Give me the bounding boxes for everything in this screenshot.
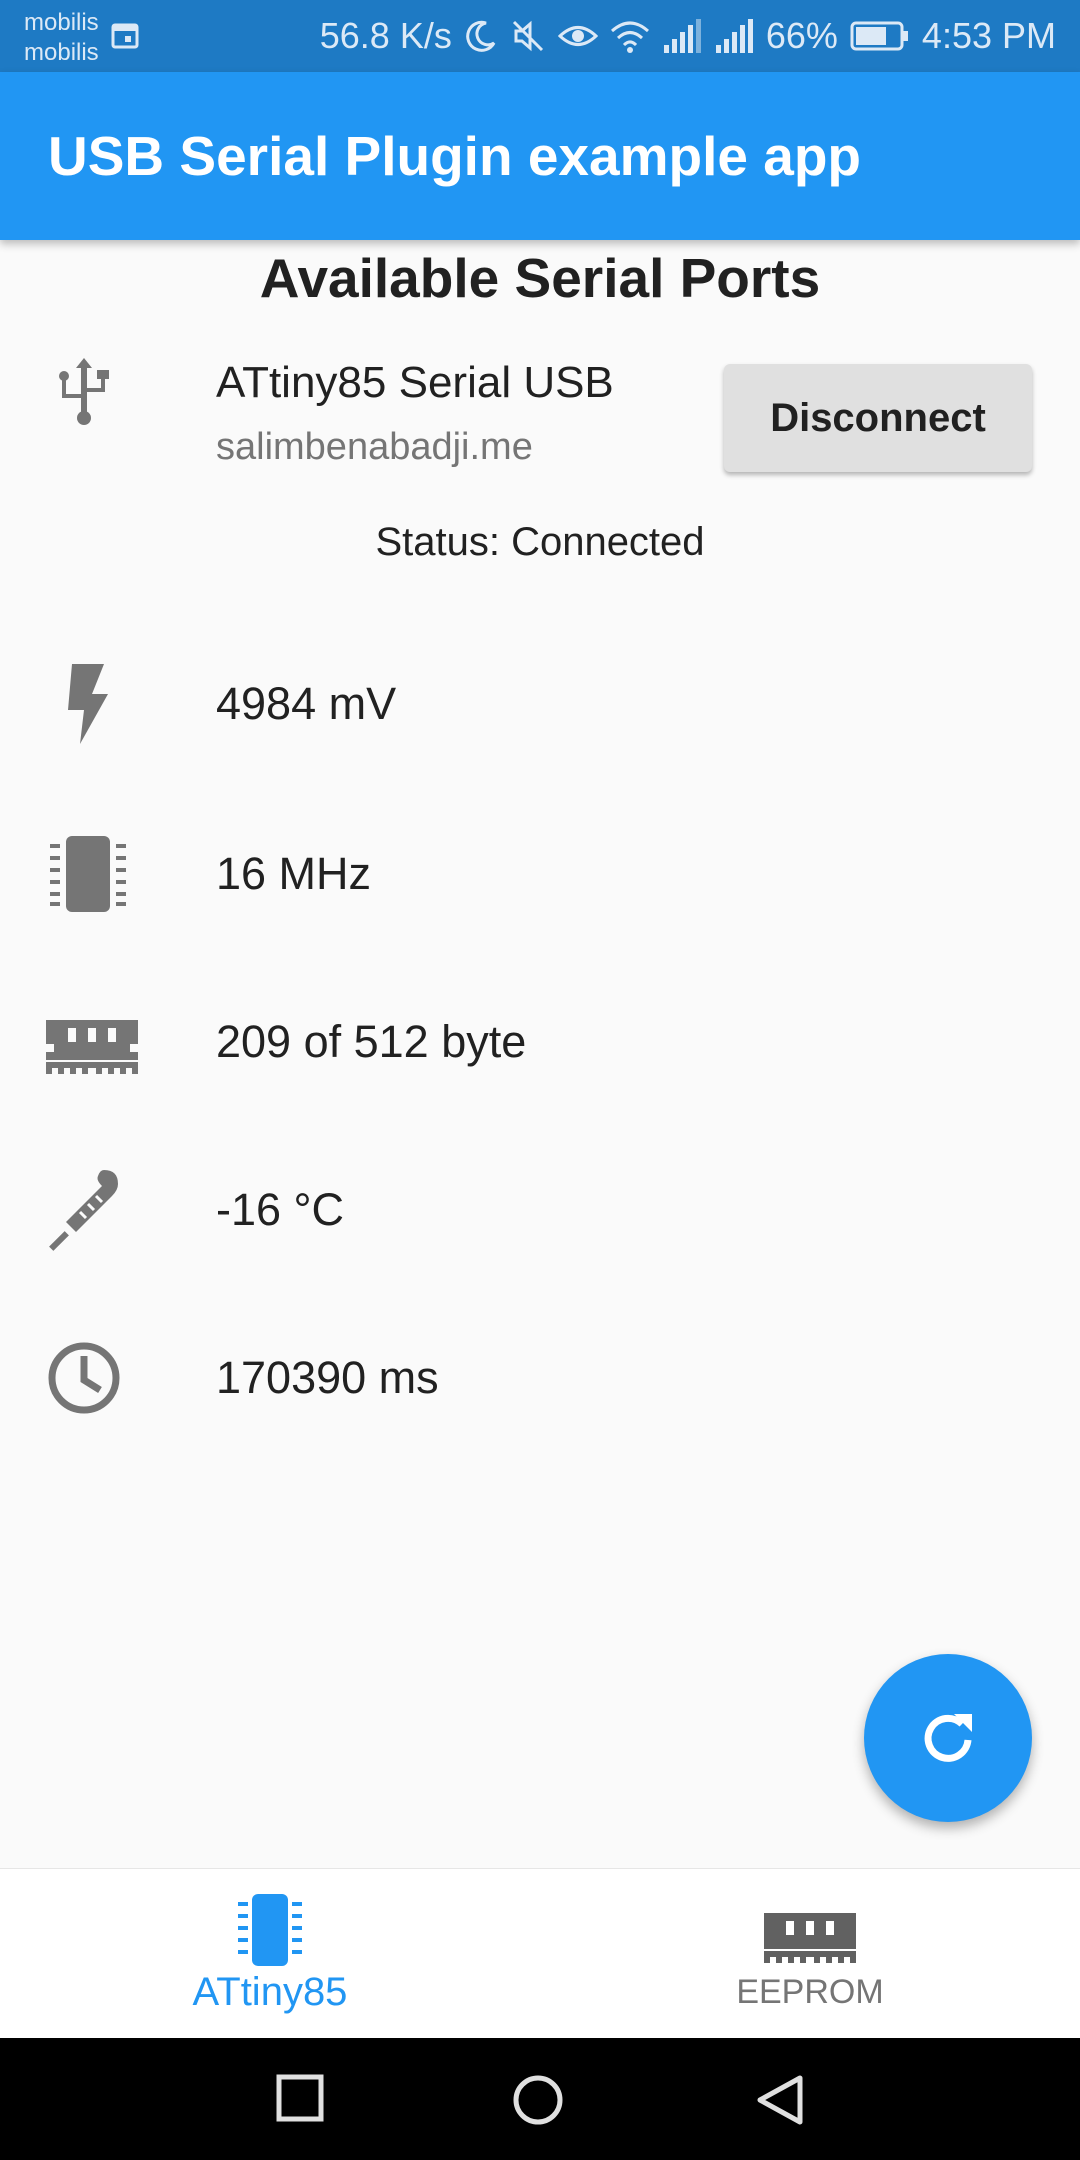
nav-tab-eeprom[interactable]: EEPROM bbox=[540, 1869, 1080, 2039]
clock-speed-value: 16 MHz bbox=[216, 848, 372, 899]
uptime-value: 170390 ms bbox=[216, 1352, 439, 1403]
chip-icon bbox=[50, 836, 126, 912]
nav-tab-label: EEPROM bbox=[736, 1972, 884, 2011]
carrier-labels: mobilis mobilis bbox=[24, 8, 99, 68]
clock-time: 4:53 PM bbox=[921, 15, 1056, 56]
calendar-icon bbox=[111, 23, 139, 49]
battery-percent: 66% bbox=[765, 15, 838, 56]
battery-icon bbox=[850, 21, 908, 51]
signal-icon bbox=[663, 19, 701, 53]
memory-icon bbox=[764, 1912, 856, 1963]
thermometer-icon bbox=[49, 1170, 118, 1251]
memory-row: 209 of 512 byte bbox=[0, 958, 1080, 1126]
usb-icon bbox=[59, 358, 109, 425]
voltage-value: 4984 mV bbox=[216, 678, 397, 729]
net-speed: 56.8 K/s bbox=[319, 15, 452, 56]
disconnect-button[interactable]: Disconnect bbox=[724, 364, 1032, 472]
nav-tab-attiny85[interactable]: ATtiny85 bbox=[0, 1869, 540, 2039]
temperature-value: -16 °C bbox=[216, 1184, 345, 1235]
carrier-2: mobilis bbox=[24, 39, 99, 66]
section-heading: Available Serial Ports bbox=[259, 247, 821, 309]
app-bar: USB Serial Plugin example app bbox=[0, 72, 1080, 240]
refresh-icon bbox=[924, 1714, 972, 1762]
home-icon[interactable] bbox=[512, 2074, 564, 2126]
chip-icon bbox=[238, 1893, 302, 1966]
flash-icon bbox=[68, 664, 108, 744]
status-bar: mobilis mobilis 56.8 K/s 66% 4:53 PM bbox=[0, 0, 1080, 72]
clock-icon bbox=[48, 1342, 120, 1414]
bottom-navigation: ATtiny85 EEPROM bbox=[0, 1868, 1080, 2038]
carrier-1: mobilis bbox=[24, 9, 99, 36]
system-nav-bar bbox=[0, 2038, 1080, 2160]
moon-icon bbox=[466, 20, 496, 52]
mute-icon bbox=[512, 20, 543, 52]
memory-value: 209 of 512 byte bbox=[216, 1016, 527, 1067]
connection-status: Status: Connected bbox=[375, 520, 705, 564]
nav-tab-label: ATtiny85 bbox=[192, 1969, 348, 2014]
uptime-row: 170390 ms bbox=[0, 1294, 1080, 1462]
voltage-row: 4984 mV bbox=[0, 620, 1080, 788]
port-manufacturer: salimbenabadji.me bbox=[216, 426, 533, 468]
app-title: USB Serial Plugin example app bbox=[48, 125, 862, 187]
temperature-row: -16 °C bbox=[0, 1126, 1080, 1294]
memory-icon bbox=[46, 1020, 138, 1074]
refresh-button[interactable] bbox=[864, 1654, 1032, 1822]
wifi-icon bbox=[610, 21, 649, 53]
recents-icon[interactable] bbox=[276, 2074, 324, 2122]
clock-speed-row: 16 MHz bbox=[0, 790, 1080, 958]
signal-icon bbox=[715, 19, 753, 53]
back-icon[interactable] bbox=[756, 2074, 804, 2126]
eye-icon bbox=[557, 26, 598, 46]
port-name: ATtiny85 Serial USB bbox=[216, 358, 614, 407]
serial-port-item: ATtiny85 Serial USB salimbenabadji.me Di… bbox=[0, 340, 1080, 500]
status-indicators: 56.8 K/s 66% 4:53 PM bbox=[320, 0, 1056, 72]
